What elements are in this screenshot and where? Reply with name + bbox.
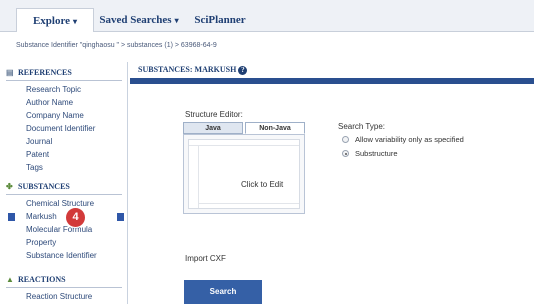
- sidebar-item-company-name[interactable]: Company Name: [26, 111, 84, 120]
- sidebar-item-reaction-structure[interactable]: Reaction Structure: [26, 292, 92, 301]
- radio-allow-variability[interactable]: Allow variability only as specified: [342, 135, 464, 144]
- sidebar-item-author-name[interactable]: Author Name: [26, 98, 73, 107]
- tab-sciplanner-label: SciPlanner: [194, 14, 246, 26]
- sidebar: ▤ REFERENCES Research Topic Author Name C…: [0, 62, 128, 304]
- editor-side-toolbar: [189, 146, 199, 208]
- structure-editor-canvas[interactable]: Click to Edit: [183, 134, 305, 214]
- selection-marker-left: [8, 213, 15, 221]
- tab-non-java[interactable]: Non-Java: [245, 122, 305, 134]
- sidebar-item-substance-identifier[interactable]: Substance Identifier: [26, 251, 97, 260]
- sidebar-section-references[interactable]: ▤ REFERENCES: [6, 68, 122, 81]
- document-icon: ▤: [6, 68, 14, 77]
- molecule-icon: ✤: [6, 182, 13, 191]
- radio-label: Allow variability only as specified: [355, 135, 464, 144]
- sidebar-item-journal[interactable]: Journal: [26, 137, 52, 146]
- editor-tabs: Java Non-Java: [183, 122, 305, 134]
- radio-button-selected[interactable]: [342, 150, 349, 157]
- sidebar-item-chemical-structure[interactable]: Chemical Structure: [26, 199, 94, 208]
- section-title: SUBSTANCES: [18, 182, 70, 191]
- sidebar-item-tags[interactable]: Tags: [26, 163, 43, 172]
- editor-preview: Click to Edit: [188, 139, 300, 209]
- radio-substructure[interactable]: Substructure: [342, 149, 398, 158]
- page-title-text: SUBSTANCES: MARKUSH: [138, 65, 237, 74]
- tab-java[interactable]: Java: [183, 122, 243, 134]
- section-title: REACTIONS: [18, 275, 66, 284]
- flask-icon: ▲: [6, 275, 14, 284]
- chevron-down-icon: ▾: [73, 17, 78, 26]
- sidebar-section-substances[interactable]: ✤ SUBSTANCES: [6, 182, 122, 195]
- sidebar-item-patent[interactable]: Patent: [26, 150, 49, 159]
- tab-sciplanner[interactable]: SciPlanner: [186, 8, 254, 32]
- tab-explore[interactable]: Explore ▾: [16, 8, 94, 32]
- selection-marker-right: [117, 213, 124, 221]
- tab-saved-searches-label: Saved Searches: [99, 14, 172, 26]
- radio-label: Substructure: [355, 149, 398, 158]
- radio-button[interactable]: [342, 136, 349, 143]
- sidebar-section-reactions[interactable]: ▲ REACTIONS: [6, 275, 122, 288]
- tab-explore-label: Explore: [32, 15, 71, 27]
- chevron-down-icon: ▾: [174, 16, 179, 25]
- search-type-label: Search Type:: [338, 122, 385, 131]
- title-underline-bar: [130, 78, 534, 84]
- step-badge: 4: [66, 208, 85, 227]
- sidebar-item-property[interactable]: Property: [26, 238, 56, 247]
- breadcrumb[interactable]: Substance Identifier "qinghaosu " > subs…: [16, 42, 217, 49]
- sidebar-item-molecular-formula[interactable]: Molecular Formula: [26, 225, 92, 234]
- editor-status-bar: [199, 203, 299, 208]
- import-cxf-link[interactable]: Import CXF: [185, 254, 226, 263]
- sidebar-item-markush[interactable]: Markush: [26, 212, 57, 221]
- click-to-edit-text[interactable]: Click to Edit: [241, 180, 283, 189]
- search-button[interactable]: Search: [184, 280, 262, 304]
- structure-editor-label: Structure Editor:: [185, 110, 243, 119]
- top-navigation-bar: Explore ▾ Saved Searches ▾ SciPlanner: [0, 0, 534, 32]
- page-title: SUBSTANCES: MARKUSH?: [138, 65, 248, 75]
- sidebar-item-research-topic[interactable]: Research Topic: [26, 85, 81, 94]
- section-title: REFERENCES: [18, 68, 72, 77]
- sidebar-item-document-identifier[interactable]: Document Identifier: [26, 124, 95, 133]
- tab-saved-searches[interactable]: Saved Searches ▾: [94, 8, 184, 32]
- editor-toolbar: [189, 140, 299, 146]
- help-icon[interactable]: ?: [238, 66, 248, 75]
